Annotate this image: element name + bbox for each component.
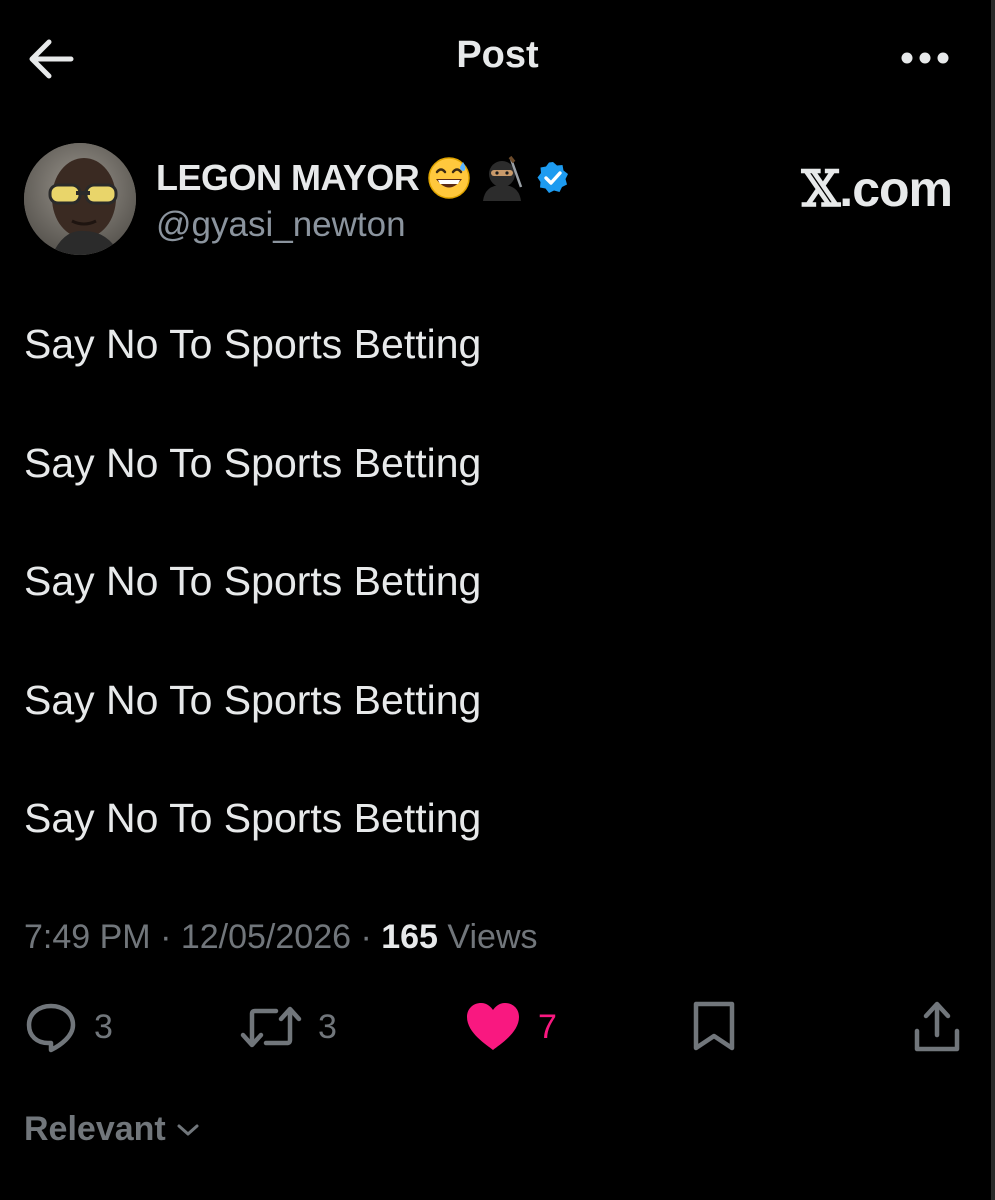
- repost-icon: [240, 1006, 302, 1048]
- post-line: Say No To Sports Betting: [24, 558, 482, 604]
- heart-filled-icon: [467, 1003, 519, 1050]
- views-count: 165: [381, 918, 438, 956]
- meta-separator: ·: [351, 918, 382, 956]
- reply-count: 3: [94, 1007, 113, 1046]
- like-button[interactable]: 7: [464, 995, 557, 1059]
- page-title: Post: [456, 34, 539, 76]
- post-date[interactable]: 12/05/2026: [181, 918, 351, 956]
- more-options-button[interactable]: [895, 38, 955, 78]
- grinning-face-with-sweat-emoji: [427, 156, 471, 200]
- sort-label: Relevant: [24, 1110, 166, 1148]
- reply-button[interactable]: 3: [24, 995, 113, 1059]
- share-button[interactable]: [912, 995, 962, 1059]
- post-author: LEGON MAYOR @gyasi_newton 𝕏.com: [24, 143, 964, 258]
- like-count: 7: [538, 1007, 557, 1046]
- share-icon: [914, 1001, 960, 1052]
- top-bar: Post: [0, 0, 995, 115]
- post-time[interactable]: 7:49 PM: [24, 918, 151, 956]
- verified-badge-icon[interactable]: [535, 160, 571, 196]
- author-display-name[interactable]: LEGON MAYOR: [156, 157, 420, 199]
- author-name-row: LEGON MAYOR: [156, 155, 571, 201]
- reply-icon: [26, 1003, 76, 1053]
- avatar-photo: [24, 143, 136, 255]
- bookmark-icon: [693, 1001, 735, 1051]
- repost-count: 3: [318, 1007, 337, 1046]
- author-handle[interactable]: @gyasi_newton: [156, 205, 406, 245]
- x-logo: 𝕏: [801, 159, 841, 218]
- views-label: Views: [447, 918, 538, 956]
- post-line: Say No To Sports Betting: [24, 321, 482, 367]
- repost-button[interactable]: 3: [240, 995, 337, 1059]
- avatar[interactable]: [24, 143, 136, 255]
- post-metadata: 7:49 PM · 12/05/2026 · 165 Views: [24, 918, 538, 957]
- chevron-down-icon: [176, 1122, 200, 1138]
- watermark-domain: .com: [839, 161, 953, 217]
- post-line: Say No To Sports Betting: [24, 676, 482, 723]
- meta-separator: ·: [150, 918, 181, 956]
- post-text: Say No To Sports Betting Say No To Sport…: [24, 320, 964, 913]
- ellipsis-icon: [901, 52, 949, 64]
- x-com-watermark: 𝕏.com: [802, 159, 953, 218]
- post-line: Say No To Sports Betting: [24, 439, 482, 486]
- action-bar: 3 3 7: [0, 995, 995, 1065]
- ninja-emoji: [479, 155, 525, 201]
- post-line: Say No To Sports Betting: [24, 795, 482, 841]
- bookmark-button[interactable]: [690, 995, 738, 1059]
- sort-replies-dropdown[interactable]: Relevant: [24, 1110, 200, 1149]
